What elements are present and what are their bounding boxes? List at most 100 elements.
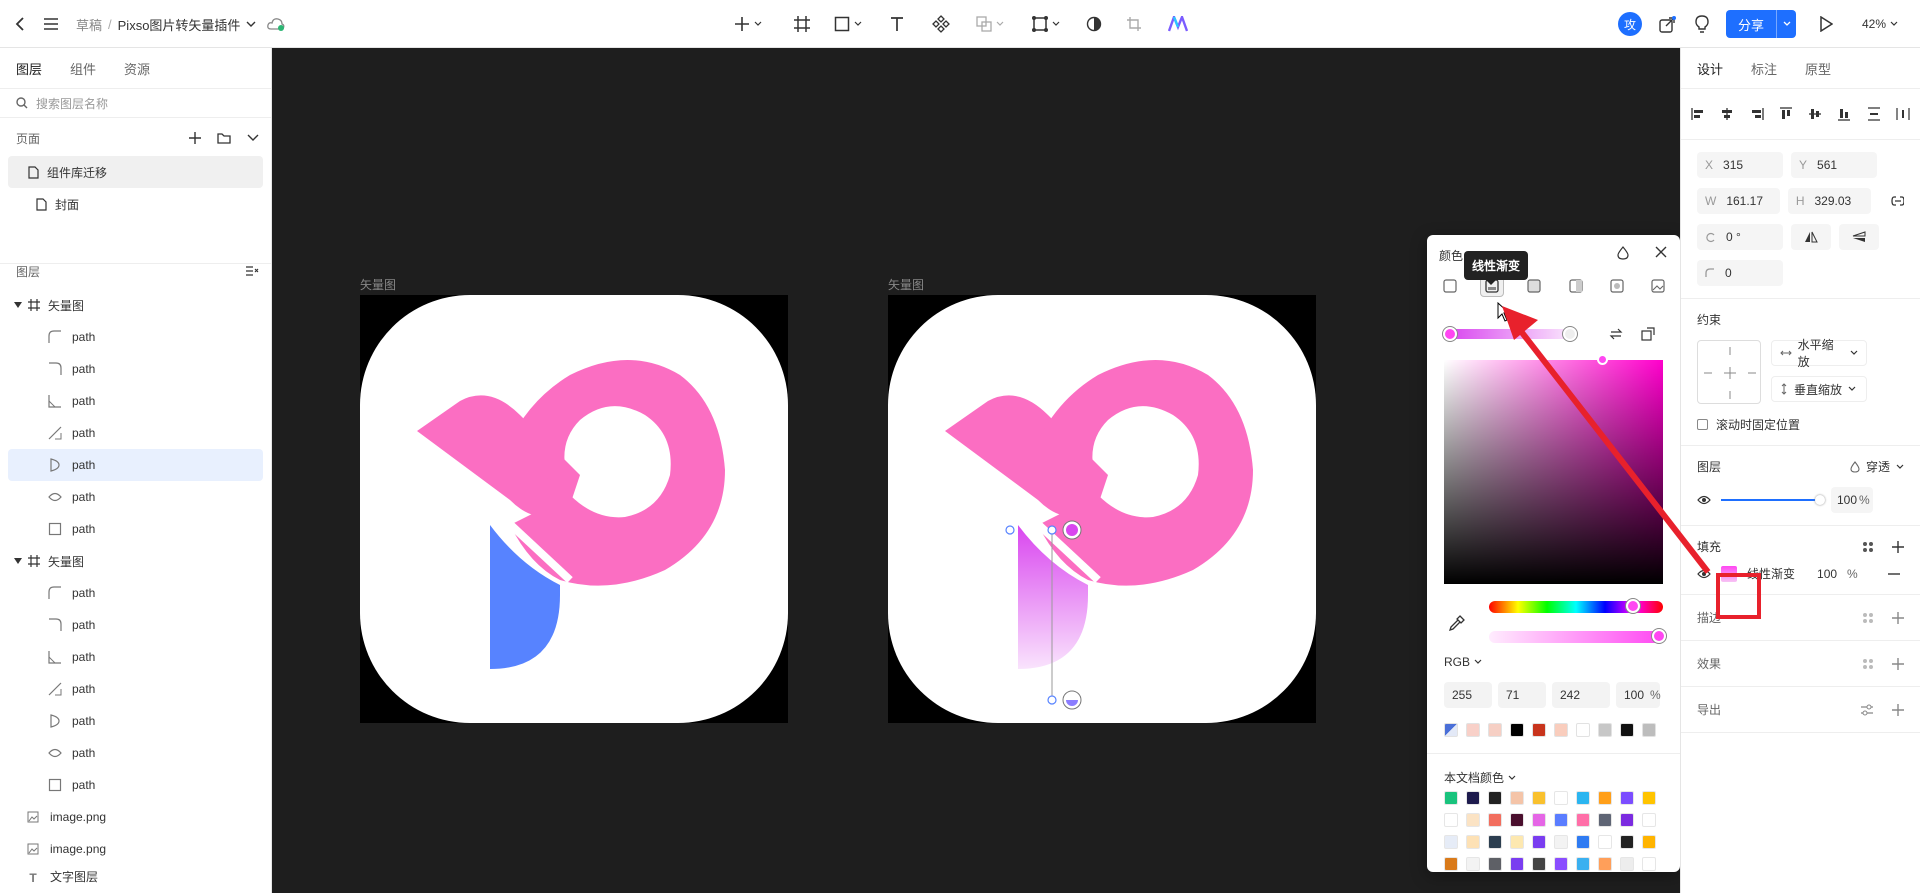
color-mode-select[interactable]: RGB (1444, 655, 1482, 669)
contrast-icon[interactable] (1084, 14, 1104, 34)
mask-tool[interactable] (1028, 14, 1064, 34)
align-right-icon[interactable] (1750, 107, 1764, 121)
color-swatch[interactable] (1554, 835, 1568, 849)
page-item[interactable]: 组件库迁移 (8, 156, 263, 188)
layer-group[interactable]: 矢量图 (8, 289, 263, 321)
color-swatch[interactable] (1466, 813, 1480, 827)
add-page-icon[interactable] (189, 132, 201, 144)
tab-annotation[interactable]: 标注 (1751, 59, 1777, 78)
color-swatch[interactable] (1510, 723, 1524, 737)
menu-icon[interactable] (41, 14, 61, 34)
doc-colors-header[interactable]: 本文档颜色 (1444, 769, 1516, 786)
color-swatch[interactable] (1488, 857, 1502, 871)
shape-tool[interactable] (830, 14, 866, 34)
color-swatch[interactable] (1444, 813, 1458, 827)
blue-input[interactable]: 242 (1552, 682, 1610, 708)
tab-prototype[interactable]: 原型 (1805, 59, 1831, 78)
lightbulb-icon[interactable] (1692, 14, 1712, 34)
color-swatch[interactable] (1444, 835, 1458, 849)
breadcrumb-root[interactable]: 草稿 (76, 15, 102, 34)
color-swatch[interactable] (1444, 723, 1458, 737)
collapse-all-icon[interactable] (245, 265, 259, 277)
constrain-proportions-icon[interactable] (1890, 196, 1904, 206)
search-input[interactable]: 搜索图层名称 (36, 95, 108, 112)
layer-item[interactable]: path (8, 609, 263, 641)
green-input[interactable]: 71 (1498, 682, 1546, 708)
layer-item[interactable]: path (8, 353, 263, 385)
boolean-tool[interactable] (972, 14, 1008, 34)
fix-on-scroll-option[interactable]: 滚动时固定位置 (1697, 416, 1904, 433)
gradient-stop-start[interactable] (1443, 327, 1457, 341)
color-swatch[interactable] (1510, 791, 1524, 805)
corner-radius-input[interactable]: 0 (1697, 260, 1783, 286)
add-effect-icon[interactable] (1892, 657, 1904, 670)
color-swatch[interactable] (1510, 835, 1524, 849)
eyedropper-icon[interactable] (1449, 615, 1465, 631)
x-input[interactable]: X 315 (1697, 152, 1783, 178)
add-fill-icon[interactable] (1892, 540, 1904, 553)
color-swatch[interactable] (1466, 723, 1480, 737)
hue-slider-thumb[interactable] (1626, 599, 1640, 613)
layer-item[interactable]: image.png (8, 833, 263, 865)
y-input[interactable]: Y 561 (1791, 152, 1877, 178)
color-swatch[interactable] (1488, 723, 1502, 737)
align-center-v-icon[interactable] (1808, 107, 1822, 121)
layer-item[interactable]: path (8, 769, 263, 801)
color-swatch[interactable] (1620, 723, 1634, 737)
remove-fill-icon[interactable] (1887, 572, 1900, 575)
back-icon[interactable] (10, 14, 30, 34)
flip-horizontal-icon[interactable] (1791, 224, 1831, 250)
page-item[interactable]: 封面 (8, 188, 263, 220)
color-swatch[interactable] (1576, 835, 1590, 849)
layer-search[interactable]: 搜索图层名称 (0, 88, 271, 118)
flip-vertical-icon[interactable] (1839, 224, 1879, 250)
tab-assets[interactable]: 资源 (124, 59, 150, 78)
color-swatch[interactable] (1642, 791, 1656, 805)
color-swatch[interactable] (1532, 791, 1546, 805)
layer-item[interactable]: path (8, 641, 263, 673)
style-grid-icon[interactable] (1862, 658, 1874, 670)
align-top-icon[interactable] (1779, 107, 1793, 121)
color-swatch[interactable] (1466, 857, 1480, 871)
align-bottom-icon[interactable] (1837, 107, 1851, 121)
component-tool-icon[interactable] (931, 14, 951, 34)
tab-components[interactable]: 组件 (70, 59, 96, 78)
layer-group[interactable]: 矢量图 (8, 545, 263, 577)
alpha-input[interactable]: 100 % (1616, 682, 1661, 708)
style-grid-icon[interactable] (1862, 541, 1874, 553)
color-swatch[interactable] (1488, 835, 1502, 849)
distribute-h-icon[interactable] (1896, 107, 1910, 121)
color-swatch[interactable] (1620, 813, 1634, 827)
expand-arrow-icon[interactable] (14, 558, 22, 564)
color-swatch[interactable] (1532, 835, 1546, 849)
color-swatch[interactable] (1444, 857, 1458, 871)
alpha-slider-thumb[interactable] (1652, 629, 1666, 643)
color-swatch[interactable] (1532, 813, 1546, 827)
layer-item[interactable]: path (8, 481, 263, 513)
share-link-icon[interactable] (1657, 14, 1677, 34)
style-grid-icon[interactable] (1862, 612, 1874, 624)
tab-layers[interactable]: 图层 (16, 59, 42, 78)
layer-item[interactable]: path (8, 321, 263, 353)
rotation-input[interactable]: 0 ° (1697, 224, 1783, 250)
blend-mode-select[interactable]: 穿透 (1850, 458, 1904, 475)
color-swatch[interactable] (1576, 723, 1590, 737)
color-swatch[interactable] (1576, 791, 1590, 805)
color-swatch[interactable] (1642, 857, 1656, 871)
tab-design[interactable]: 设计 (1697, 59, 1723, 78)
color-swatch[interactable] (1554, 857, 1568, 871)
color-swatch[interactable] (1642, 723, 1656, 737)
avatar[interactable]: 攻 (1618, 12, 1642, 36)
distribute-v-icon[interactable] (1867, 107, 1881, 121)
export-settings-icon[interactable] (1860, 704, 1874, 716)
close-icon[interactable] (1655, 246, 1667, 258)
color-swatch[interactable] (1488, 791, 1502, 805)
color-swatch[interactable] (1598, 791, 1612, 805)
layer-item[interactable]: T 文字图层 (8, 865, 263, 885)
color-swatch[interactable] (1532, 723, 1546, 737)
folder-icon[interactable] (217, 132, 231, 144)
play-icon[interactable] (1816, 14, 1836, 34)
layer-item[interactable]: path (8, 577, 263, 609)
color-swatch[interactable] (1642, 835, 1656, 849)
horizontal-constraint-select[interactable]: 水平缩放 (1771, 338, 1867, 369)
